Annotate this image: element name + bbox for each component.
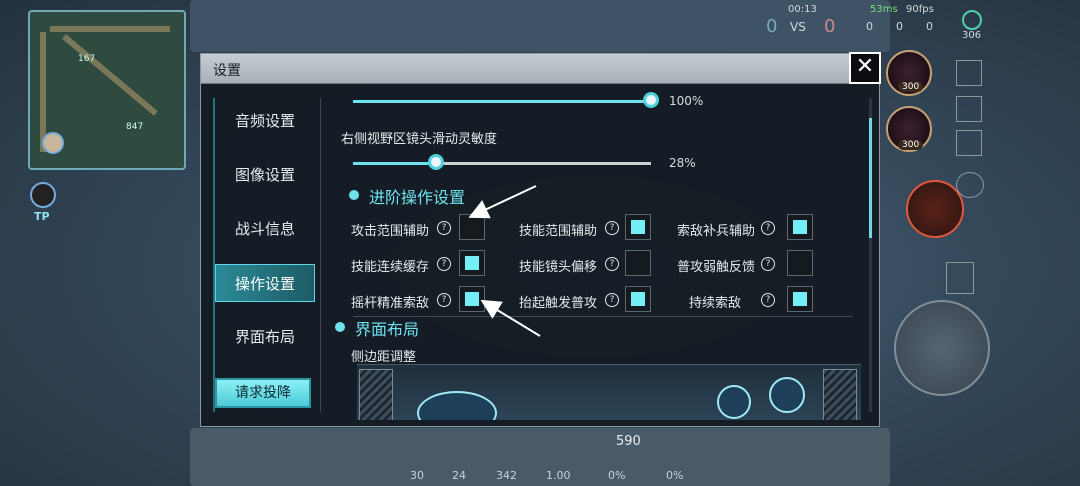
interface-layout-heading: 界面布局 [355, 320, 420, 339]
item-skill-2-count: 300 [898, 140, 924, 150]
help-icon[interactable]: ? [605, 221, 619, 235]
settings-dialog: 设置 ✕ 音频设置 图像设置 战斗信息 操作设置 界面布局 请求投降 100% … [200, 52, 881, 427]
advanced-controls-heading: 进阶操作设置 [369, 188, 466, 207]
match-time: 00:13 [788, 4, 817, 15]
item-skill-1-count: 300 [898, 82, 924, 92]
camera-sensitivity-label: 右侧视野区镜头滑动灵敏度 [341, 132, 498, 147]
top-slider-value: 100% [669, 94, 704, 108]
checkbox-joystick-targeting[interactable] [459, 286, 485, 312]
option-label-skill-range: 技能范围辅助 [519, 224, 598, 239]
layout-preview[interactable] [357, 364, 861, 420]
help-icon[interactable]: ? [605, 293, 619, 307]
option-label-attack-haptic: 普攻弱触反馈 [677, 260, 756, 275]
top-slider-fill [353, 100, 653, 103]
option-label-release-attack: 抬起触发普攻 [519, 296, 598, 311]
stat-crit: 0% [666, 469, 684, 482]
content-scrollbar-thumb[interactable] [869, 118, 872, 238]
option-label-attack-range: 攻击范围辅助 [351, 224, 430, 239]
minimap-lane [50, 26, 170, 32]
minimap-label-a: 167 [78, 54, 96, 64]
stat-penetration: 0% [608, 469, 626, 482]
camera-slider-knob[interactable] [428, 154, 445, 170]
question-icon[interactable] [956, 96, 982, 122]
stat-speed: 342 [496, 469, 517, 482]
level-badge: 590 [616, 434, 641, 449]
assist-count: 0 [926, 20, 933, 33]
sidebar-item-controls[interactable]: 操作设置 [215, 264, 315, 302]
coin-icon [962, 10, 982, 30]
chat-icon[interactable] [956, 172, 984, 198]
side-margin-label: 侧边距调整 [351, 350, 417, 365]
checkbox-attack-range[interactable] [459, 214, 485, 240]
camera-slider-fill [353, 162, 437, 165]
minimap-lane [62, 34, 158, 116]
minimap[interactable]: 167 847 [28, 10, 186, 170]
kill-count: 0 [866, 20, 873, 33]
margin-handle-left[interactable] [359, 369, 393, 420]
option-label-skill-camera-offset: 技能镜头偏移 [519, 260, 598, 275]
checkbox-skill-camera-offset[interactable] [625, 250, 651, 276]
flag-icon[interactable] [956, 130, 982, 156]
scene-ground-lower [190, 428, 890, 486]
checkbox-skill-range[interactable] [625, 214, 651, 240]
section-bullet [335, 322, 345, 332]
attack-button[interactable] [894, 300, 990, 396]
preview-skill-icon [717, 385, 751, 419]
sword-icon[interactable] [956, 60, 982, 86]
sidebar-item-interface-layout[interactable]: 界面布局 [215, 318, 315, 356]
help-icon[interactable]: ? [605, 257, 619, 271]
margin-handle-right[interactable] [823, 369, 857, 420]
coin-count: 306 [962, 30, 982, 41]
checkbox-last-hit[interactable] [787, 214, 813, 240]
preview-skill-icon [769, 377, 805, 413]
stat-defense: 24 [452, 469, 466, 482]
minimap-label-b: 847 [126, 122, 144, 132]
sidebar-item-combat-info[interactable]: 战斗信息 [215, 210, 315, 248]
teleport-icon[interactable] [30, 182, 56, 208]
versus-label: VS [790, 20, 806, 34]
stat-attack: 30 [410, 469, 424, 482]
help-icon[interactable]: ? [437, 257, 451, 271]
camera-slider-value: 28% [669, 156, 696, 170]
dialog-header: 设置 [201, 54, 879, 84]
section-bullet [349, 190, 359, 200]
dialog-title: 设置 [213, 63, 241, 79]
surrender-button[interactable]: 请求投降 [215, 378, 311, 408]
ping-readout: 53ms [870, 4, 898, 15]
option-label-joystick-targeting: 摇杆精准索敌 [351, 296, 430, 311]
teleport-label: TP [34, 210, 50, 223]
scene-ground-upper [190, 0, 890, 52]
option-label-last-hit: 索敌补兵辅助 [677, 224, 756, 239]
close-button[interactable]: ✕ [849, 52, 881, 84]
checkbox-continuous-targeting[interactable] [787, 286, 813, 312]
help-icon[interactable]: ? [761, 257, 775, 271]
help-icon[interactable]: ? [761, 221, 775, 235]
sidebar-item-graphics[interactable]: 图像设置 [215, 156, 315, 194]
settings-content: 100% 右侧视野区镜头滑动灵敏度 28% 进阶操作设置 攻击范围辅助 ? 技能… [333, 90, 869, 420]
stat-attack-speed: 1.00 [546, 469, 571, 482]
preview-joystick-icon [417, 391, 497, 420]
settings-sidebar: 音频设置 图像设置 战斗信息 操作设置 界面布局 [213, 98, 321, 412]
checkbox-skill-buffer[interactable] [459, 250, 485, 276]
tower-icon[interactable] [946, 262, 974, 294]
help-icon[interactable]: ? [437, 221, 451, 235]
help-icon[interactable]: ? [437, 293, 451, 307]
top-slider-knob[interactable] [643, 92, 659, 108]
minimap-player-avatar [42, 132, 64, 154]
team-score-right: 0 [824, 16, 836, 37]
death-count: 0 [896, 20, 903, 33]
sidebar-item-audio[interactable]: 音频设置 [215, 102, 315, 140]
section-divider [353, 316, 853, 317]
checkbox-attack-haptic[interactable] [787, 250, 813, 276]
option-label-continuous-targeting: 持续索敌 [689, 296, 742, 311]
checkbox-release-attack[interactable] [625, 286, 651, 312]
ultimate-skill-button[interactable] [906, 180, 964, 238]
fps-readout: 90fps [906, 4, 934, 15]
team-score-left: 0 [766, 16, 778, 37]
option-label-skill-buffer: 技能连续缓存 [351, 260, 430, 275]
help-icon[interactable]: ? [761, 293, 775, 307]
